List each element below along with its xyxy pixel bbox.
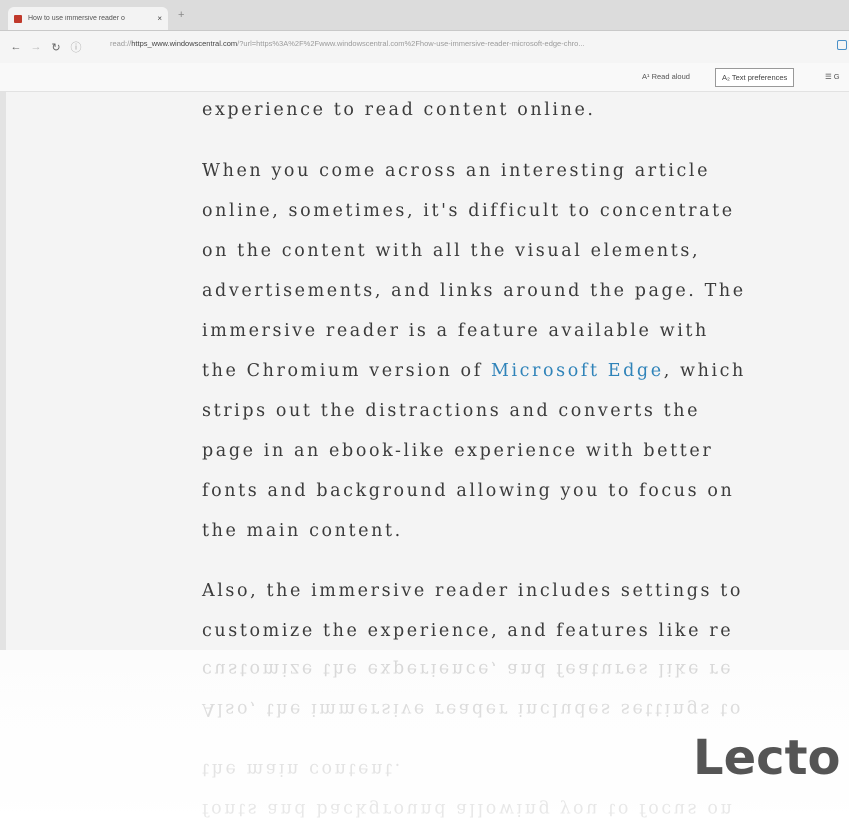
article-text-segment: the Chromium version of [202, 361, 491, 381]
new-tab-button[interactable]: + [178, 9, 184, 21]
grammar-tools-button[interactable]: ☰ G [825, 72, 840, 81]
favorites-icon[interactable] [837, 40, 847, 50]
read-aloud-button[interactable]: A¹ Read aloud [642, 72, 690, 81]
address-host: https_www.windowscentral.com [131, 39, 238, 48]
article-line: When you come across an interesting arti… [202, 161, 711, 181]
forward-button[interactable]: → [26, 41, 46, 53]
article-line: immersive reader is a feature available … [202, 321, 709, 341]
back-button[interactable]: ← [6, 41, 26, 53]
article-line: advertisements, and links around the pag… [202, 281, 746, 301]
article-line: page in an ebook-like experience with be… [202, 441, 714, 461]
tab-strip: How to use immersive reader o × + [0, 0, 849, 31]
article-line: the Chromium version of Microsoft Edge, … [202, 361, 746, 381]
article-line: the main content. [202, 521, 403, 541]
browser-tab[interactable]: How to use immersive reader o × [8, 7, 168, 30]
article-text-segment: , which [663, 361, 746, 381]
tab-title: How to use immersive reader o [28, 15, 125, 22]
reflection-overlay: customize the experience, and features l… [0, 650, 849, 824]
address-prefix: read:// [110, 39, 132, 48]
close-tab-icon[interactable]: × [157, 14, 162, 23]
address-bar[interactable]: read://https_www.windowscentral.com/?url… [110, 39, 830, 48]
article-line: strips out the distractions and converts… [202, 401, 701, 421]
navigation-bar: ← → ↻ ⓘ read://https_www.windowscentral.… [0, 31, 849, 63]
site-info-icon[interactable]: ⓘ [66, 39, 86, 55]
address-rest: /?url=https%3A%2F%2Fwww.windowscentral.c… [237, 39, 585, 48]
site-favicon-icon [14, 14, 22, 23]
article-line: customize the experience, and features l… [202, 621, 734, 641]
brand-title: Lecto [693, 730, 841, 786]
text-preferences-button[interactable]: A₂ Text preferences [715, 68, 795, 87]
reader-toolbar: A¹ Read aloud A₂ Text preferences ☰ G [0, 63, 849, 92]
article-line: online, sometimes, it's difficult to con… [202, 201, 735, 221]
microsoft-edge-link[interactable]: Microsoft Edge [491, 361, 664, 381]
article-line: Also, the immersive reader includes sett… [202, 581, 744, 601]
article-line: fonts and background allowing you to foc… [202, 481, 735, 501]
refresh-button[interactable]: ↻ [46, 41, 66, 54]
article-line: on the content with all the visual eleme… [202, 241, 701, 261]
article-line: experience to read content online. [202, 100, 596, 120]
